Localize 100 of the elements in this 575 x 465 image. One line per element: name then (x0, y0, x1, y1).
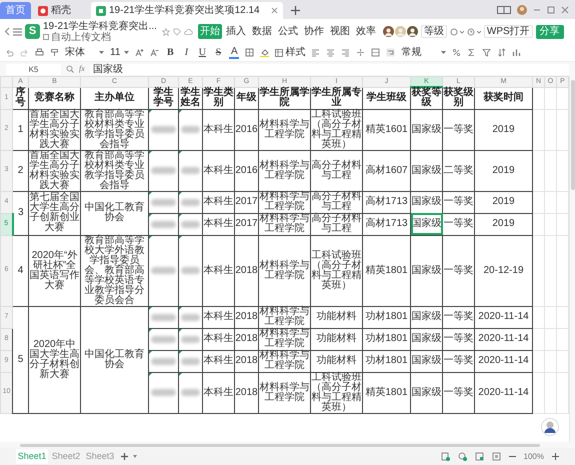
table-cell: 一等奖 (442, 191, 474, 213)
checkbox-icon[interactable] (43, 34, 49, 40)
table-cell: 本科生 (202, 372, 234, 413)
table-cell: 2020-11-14 (474, 350, 532, 372)
page-view-icon[interactable] (492, 452, 501, 461)
cell-style-button[interactable]: 样式 (275, 45, 306, 60)
header-cell: 获奖时间 (474, 87, 532, 109)
table-cell: 2020-11-14 (474, 328, 532, 350)
undo-icon[interactable] (5, 48, 14, 57)
font-color-button[interactable]: A (229, 46, 240, 58)
menu-tab[interactable]: 效率 (354, 24, 378, 39)
new-tab-icon[interactable] (290, 6, 300, 15)
table-cell: 教育部高等学校大学外语教学指导委员会、教育部高等学校英语专业教学指导分委员会合 (80, 235, 148, 306)
percent-icon[interactable] (452, 48, 462, 57)
zoom-out-icon[interactable] (508, 453, 516, 460)
format-button[interactable]: U (197, 45, 208, 60)
number-format-dropdown[interactable]: 常规 (401, 45, 446, 60)
zoom-in-icon[interactable] (552, 453, 559, 460)
header-cell: 竞赛名称 (28, 87, 80, 109)
sheet-tab[interactable]: Sheet3 (84, 449, 116, 464)
table-cell: 国家级 (410, 191, 442, 213)
header-cell: 获奖级别 (442, 87, 474, 109)
align-center-icon[interactable] (326, 48, 336, 57)
menu-tab[interactable]: 插入 (224, 24, 248, 39)
sheet-tab[interactable]: Sheet1 (16, 449, 48, 464)
text-cell-marker-icon (179, 306, 182, 310)
document-tab[interactable]: 19-21学生学科竞赛突出奖项12.14 (91, 2, 283, 19)
align-left-icon[interactable] (311, 48, 320, 57)
assistant-icon[interactable] (541, 418, 559, 436)
text-cell-marker-icon (149, 350, 152, 354)
menu-tab[interactable]: 数据 (250, 24, 274, 39)
add-sheet-icon[interactable] (121, 453, 128, 460)
normal-view-icon[interactable] (474, 452, 484, 461)
caret-icon[interactable] (133, 455, 137, 458)
home-tab[interactable]: 首页 (0, 2, 31, 19)
menu-icon[interactable] (13, 28, 22, 36)
user-avatar[interactable] (517, 4, 527, 14)
borders-icon[interactable] (245, 48, 254, 57)
table-cell: 2020年中国大学生高分子材料创新大赛 (28, 306, 80, 413)
menu-tab[interactable]: 开始 (198, 24, 222, 39)
fill-color-icon[interactable] (260, 48, 270, 57)
formula-field[interactable]: 国家级 (90, 64, 569, 74)
close-icon[interactable] (270, 7, 278, 14)
menu-tab[interactable]: 视图 (328, 24, 352, 39)
align-right-icon[interactable] (341, 48, 350, 57)
star-icon[interactable] (162, 28, 170, 36)
filter-icon[interactable] (482, 48, 492, 57)
close-icon[interactable] (561, 6, 569, 14)
horizontal-scrollbar[interactable] (20, 444, 540, 446)
table-cell: 精英1801 (362, 235, 410, 306)
protect-sheet-icon[interactable] (440, 452, 450, 461)
table-cell: 本科生 (202, 328, 234, 350)
table-cell: 材料科学与工程学院 (258, 150, 310, 191)
redacted-text (181, 389, 200, 396)
collaborator-avatar[interactable] (406, 26, 418, 37)
format-button[interactable]: S (213, 45, 224, 60)
decrease-font-icon[interactable] (150, 48, 160, 57)
format-button[interactable]: I (181, 45, 192, 60)
maximize-icon[interactable] (547, 6, 555, 14)
merge-cells-icon[interactable] (371, 48, 380, 57)
header-cell: 学生所属专业 (310, 87, 362, 109)
tag-icon[interactable] (172, 28, 181, 36)
table-cell: 工科试验班（高分子材料与工程精英班） (310, 372, 362, 413)
table-cell: 材料科学与工程学院 (258, 306, 310, 328)
chart-icon[interactable] (512, 48, 522, 57)
table-cell: 材料科学与工程学院 (258, 235, 310, 306)
table-cell: 功材1801 (362, 328, 410, 350)
back-icon[interactable] (4, 27, 10, 36)
name-box[interactable]: K5 (6, 64, 61, 74)
table-cell: 本科生 (202, 306, 234, 328)
menu-tab[interactable]: 公式 (276, 24, 300, 39)
font-size-dropdown[interactable]: 11 (110, 46, 130, 59)
format-button[interactable]: B (165, 45, 176, 60)
table-style-icon (275, 48, 284, 56)
table-cell: 一等奖 (442, 235, 474, 306)
text-cell-marker-icon (149, 192, 152, 194)
share-button[interactable]: 分享 (536, 24, 564, 38)
sheet-tab[interactable]: Sheet2 (50, 449, 82, 464)
history-dropdown-icon[interactable] (466, 28, 481, 36)
format-painter-icon[interactable] (50, 48, 59, 57)
window-layout-icon[interactable] (497, 6, 511, 14)
vertical-align-icon[interactable] (356, 48, 366, 57)
increase-font-icon[interactable] (135, 48, 144, 57)
zoom-formula-icon[interactable] (66, 65, 74, 73)
sort-icon[interactable] (497, 48, 506, 57)
print-icon[interactable] (35, 48, 44, 57)
table-cell: 2 (12, 150, 28, 191)
level-button[interactable]: 等级 (420, 25, 447, 38)
collaboration-dropdown-icon[interactable] (450, 28, 464, 36)
sum-icon[interactable] (467, 48, 476, 57)
cloud-icon[interactable] (184, 28, 193, 35)
redo-icon[interactable] (20, 48, 29, 57)
menu-tab[interactable]: 协作 (302, 24, 326, 39)
font-dropdown[interactable]: 宋体 (65, 46, 104, 59)
open-in-app-button[interactable]: WPS打开 (484, 25, 533, 38)
wrap-text-icon[interactable] (386, 48, 396, 57)
header-cell: 获奖等级 (410, 87, 442, 109)
text-cell-marker-icon (149, 236, 152, 238)
sync-icon[interactable] (458, 452, 467, 461)
collaborator-avatar[interactable] (382, 26, 394, 37)
